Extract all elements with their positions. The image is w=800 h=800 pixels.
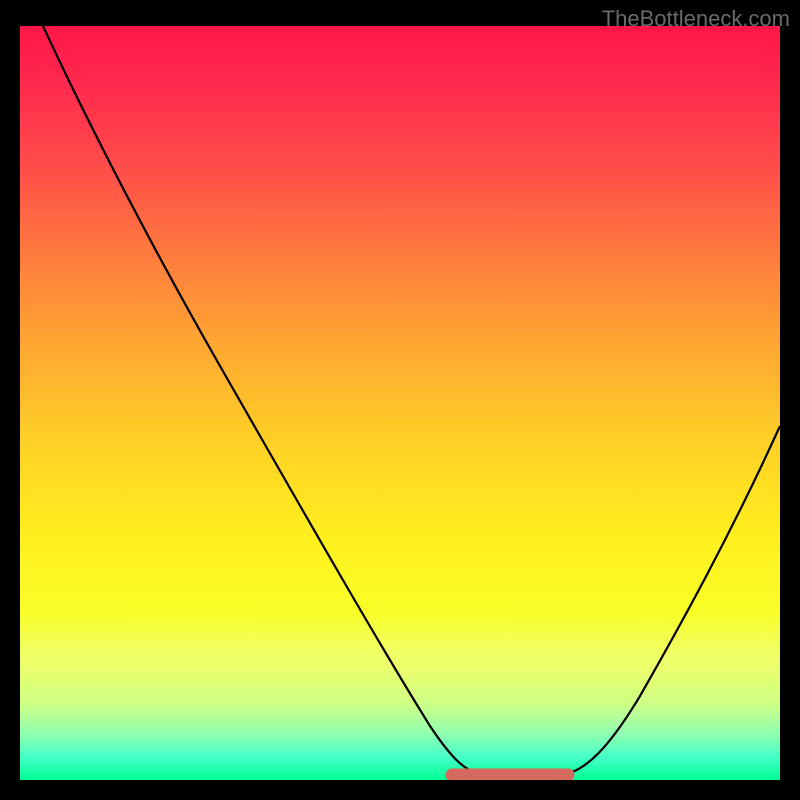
- chart-plot-area: [20, 26, 780, 780]
- watermark-text: TheBottleneck.com: [602, 6, 790, 32]
